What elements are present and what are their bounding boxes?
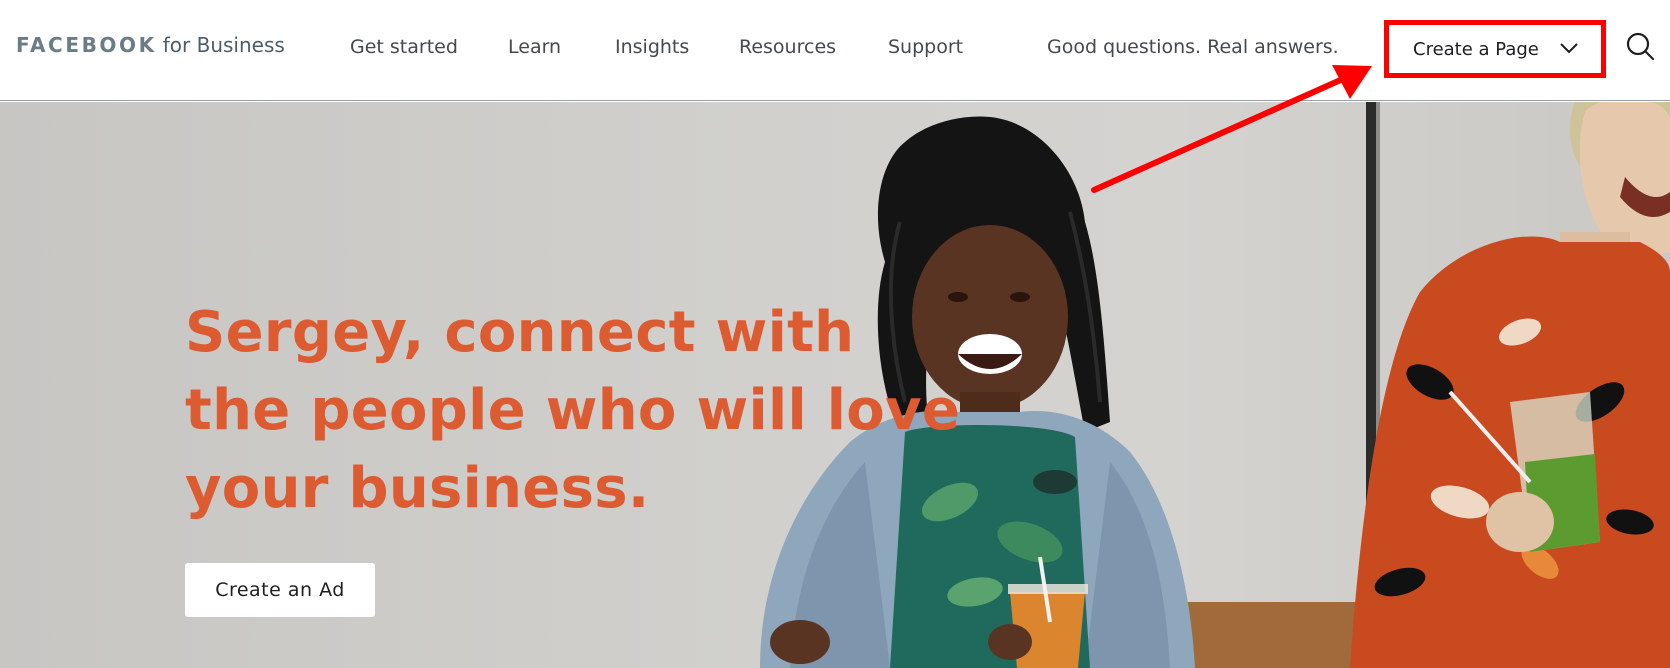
hero-headline: Sergey, connect with the people who will…	[185, 294, 961, 528]
nav-learn[interactable]: Learn	[508, 36, 561, 58]
create-page-button[interactable]: Create a Page	[1384, 20, 1606, 78]
hero-banner: Sergey, connect with the people who will…	[0, 102, 1670, 668]
nav-support[interactable]: Support	[888, 36, 963, 58]
nav-good-questions[interactable]: Good questions. Real answers.	[1047, 36, 1339, 58]
headline-line: the people who will love	[185, 378, 961, 443]
nav-get-started[interactable]: Get started	[350, 36, 458, 58]
nav-insights[interactable]: Insights	[615, 36, 689, 58]
headline-line: Sergey, connect with	[185, 300, 855, 365]
create-an-ad-button[interactable]: Create an Ad	[185, 563, 375, 617]
facebook-for-business-logo[interactable]: FACEBOOK for Business	[16, 33, 285, 61]
chevron-down-icon	[1560, 43, 1578, 54]
create-page-label: Create a Page	[1413, 38, 1539, 60]
site-header: FACEBOOK for Business Get started Learn …	[0, 0, 1670, 101]
search-icon[interactable]	[1625, 31, 1655, 61]
logo-wordmark: FACEBOOK	[16, 33, 157, 57]
headline-line: your business.	[185, 456, 650, 521]
logo-suffix: for Business	[162, 33, 285, 57]
nav-resources[interactable]: Resources	[739, 36, 836, 58]
